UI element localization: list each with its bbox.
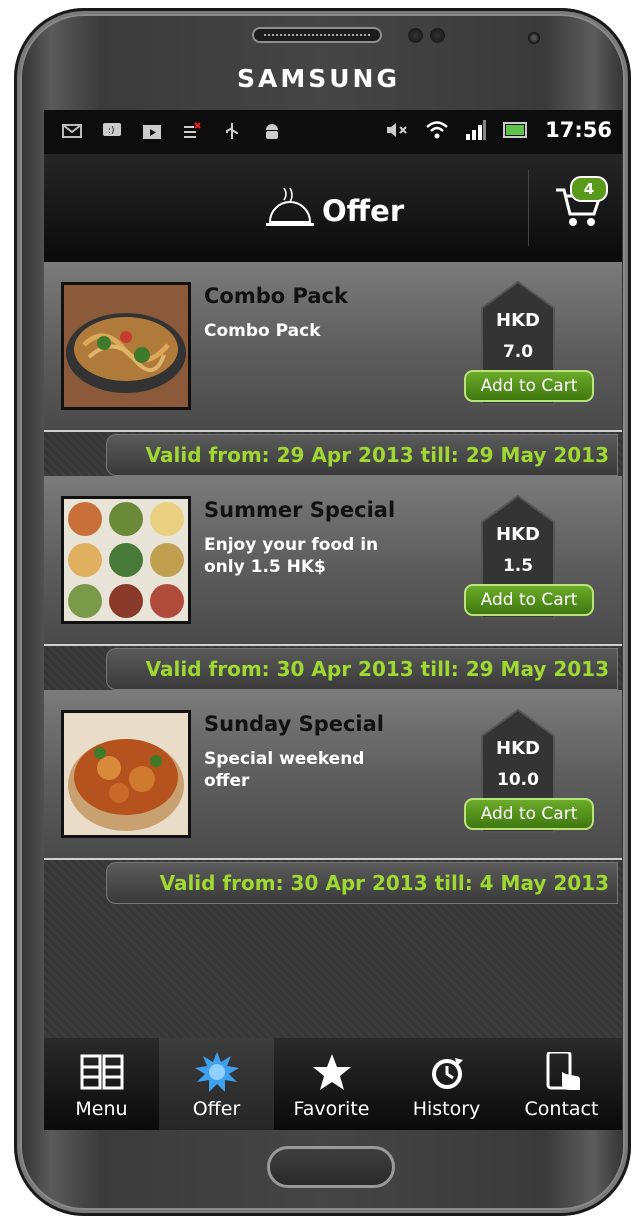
cloche-logo-icon <box>266 187 314 226</box>
title-bar: Offer 4 <box>44 154 622 262</box>
offer-description: Special weekend offer <box>204 749 365 791</box>
front-camera <box>528 32 540 44</box>
status-notification-icons: :) <box>62 122 282 140</box>
home-button[interactable] <box>267 1146 395 1188</box>
offer-name: Combo Pack <box>204 284 348 308</box>
validity-bar: Valid from: 29 Apr 2013 till: 29 May 201… <box>106 434 618 476</box>
offer-name: Sunday Special <box>204 712 384 736</box>
mute-icon <box>387 123 407 137</box>
status-system-icons: 17:56 <box>385 118 612 142</box>
add-to-cart-button[interactable]: Add to Cart <box>464 798 594 830</box>
chat-icon: :) <box>103 123 121 136</box>
offer-list: Combo Pack Combo Pack HKD 7.0 Add to Car… <box>44 262 622 1038</box>
price-amount: 10.0 <box>497 770 539 790</box>
offer-description: Enjoy your food in only 1.5 HK$ <box>204 535 379 577</box>
phone-touch-icon <box>546 1052 580 1090</box>
add-to-cart-button[interactable]: Add to Cart <box>464 584 594 616</box>
cart-count-badge: 4 <box>570 176 608 202</box>
star-icon <box>313 1054 351 1090</box>
tab-label: Offer <box>192 1098 241 1120</box>
light-sensor <box>430 28 445 43</box>
bottom-tab-bar: Menu Offer Favorite History Contact <box>44 1038 622 1130</box>
tab-label: Contact <box>524 1098 599 1120</box>
offer-card-sunday-special[interactable]: Sunday Special Special weekend offer HKD… <box>44 690 622 860</box>
tab-offer[interactable]: Offer <box>159 1038 274 1130</box>
status-time: 17:56 <box>545 118 612 142</box>
offer-card-combo-pack[interactable]: Combo Pack Combo Pack HKD 7.0 Add to Car… <box>44 262 622 432</box>
svg-text::): :) <box>108 126 115 136</box>
starburst-icon <box>195 1052 239 1092</box>
android-icon <box>266 124 278 139</box>
add-to-cart-button[interactable]: Add to Cart <box>464 370 594 402</box>
validity-text: Valid from: 30 Apr 2013 till: 29 May 201… <box>145 657 609 681</box>
menu-grid-icon <box>80 1054 124 1090</box>
tab-label: Favorite <box>293 1098 370 1120</box>
signal-icon <box>466 120 487 140</box>
store-icon <box>143 125 161 139</box>
usb-icon <box>226 123 238 139</box>
validity-text: Valid from: 29 Apr 2013 till: 29 May 201… <box>145 443 609 467</box>
device-brand: SAMSUNG <box>237 64 400 93</box>
wifi-icon <box>426 121 448 139</box>
offer-description: Combo Pack <box>204 321 321 341</box>
offer-image <box>61 710 191 838</box>
price-currency: HKD <box>496 738 540 759</box>
offer-card-summer-special[interactable]: Summer Special Enjoy your food in only 1… <box>44 476 622 646</box>
tab-favorite[interactable]: Favorite <box>274 1038 389 1130</box>
price-amount: 1.5 <box>502 556 534 576</box>
mail-icon <box>62 124 82 138</box>
notification-icon <box>184 122 201 138</box>
page-title: Offer <box>322 194 405 228</box>
price-currency: HKD <box>496 524 540 545</box>
validity-bar: Valid from: 30 Apr 2013 till: 4 May 2013 <box>106 862 618 904</box>
clock-icon <box>432 1058 463 1089</box>
tab-label: Menu <box>75 1098 128 1120</box>
offer-image <box>61 282 191 410</box>
validity-text: Valid from: 30 Apr 2013 till: 4 May 2013 <box>159 871 609 895</box>
validity-bar: Valid from: 30 Apr 2013 till: 29 May 201… <box>106 648 618 690</box>
header-divider <box>528 170 529 246</box>
price-currency: HKD <box>496 310 540 331</box>
status-bar: :) 17:56 <box>44 110 622 154</box>
offer-image <box>61 496 191 624</box>
tab-history[interactable]: History <box>389 1038 504 1130</box>
tab-label: History <box>412 1098 481 1120</box>
battery-icon <box>503 122 528 138</box>
price-amount: 7.0 <box>502 342 534 362</box>
earpiece-speaker <box>252 27 382 43</box>
offer-name: Summer Special <box>204 498 396 522</box>
proximity-sensor <box>408 28 423 43</box>
tab-menu[interactable]: Menu <box>44 1038 159 1130</box>
tab-contact[interactable]: Contact <box>504 1038 619 1130</box>
app-screen: :) 17:56 Offer 4 Combo Pack Combo Pack H… <box>44 110 622 1130</box>
